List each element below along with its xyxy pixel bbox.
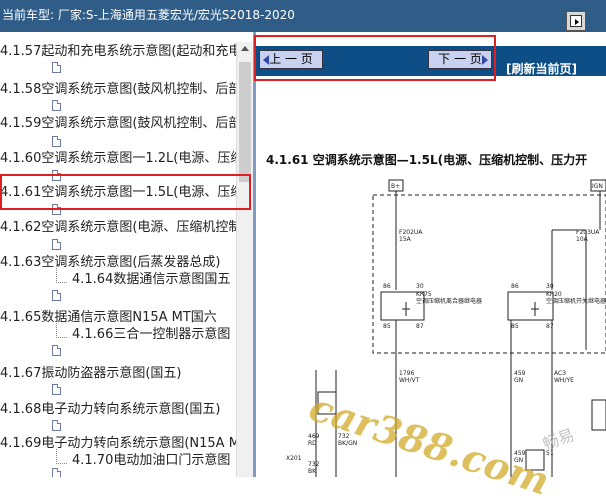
module-box [591, 399, 606, 431]
fuse1-label: F202UA [399, 229, 423, 236]
relay2-desc: 空调压缩机开关继电器 [546, 297, 606, 305]
pin-label: 30 [546, 283, 554, 290]
relay2-label: KR20 [546, 291, 562, 298]
document-icon[interactable] [52, 136, 61, 147]
pin-label: 87 [546, 323, 554, 330]
document-icon[interactable] [52, 100, 61, 111]
wire-label: 732 [308, 461, 320, 468]
tree-item-label: 4.1.58空调系统示意图(鼓风机控制、后部 [0, 82, 242, 97]
tree-scrollbar[interactable] [236, 42, 253, 477]
document-title: 4.1.61 空调系统示意图—1.5L(电源、压缩机控制、压力开 [266, 153, 588, 167]
tree-item[interactable]: 4.1.67振动防盗器示意图(国五) [0, 366, 182, 382]
document-icon[interactable] [52, 384, 61, 395]
title-bar: 当前车型: 厂家:S-上海通用五菱宏光/宏光S2018-2020 [0, 0, 606, 32]
tree-connector [56, 449, 67, 464]
tree-item-label: 4.1.66三合一控制器示意图 [72, 327, 231, 342]
document-icon[interactable] [52, 239, 61, 250]
document-icon[interactable] [52, 468, 61, 477]
tree-item-label: 4.1.70电动加油口门示意图 [72, 453, 231, 468]
document-icon[interactable] [52, 62, 61, 73]
relay1-label: KR75 [416, 291, 432, 298]
wire-color-label: RD [308, 440, 317, 447]
tree-item-label: 4.1.59空调系统示意图(鼓风机控制、后部 [0, 116, 242, 131]
tree-item[interactable]: 4.1.68电子动力转向系统示意图(国五) [0, 402, 221, 418]
wire-label: 1796 [399, 370, 414, 377]
tree-item-label: 4.1.60空调系统示意图一1.2L(电源、压缩 [0, 151, 244, 166]
relay1-desc: 空调压缩机离合器继电器 [416, 297, 482, 305]
vehicle-title: 当前车型: 厂家:S-上海通用五菱宏光/宏光S2018-2020 [2, 8, 295, 22]
toc-tree: 4.1.57起动和充电系统示意图(起动和充电 4.1.58空调系统示意图(鼓风机… [0, 40, 244, 477]
highlight-selected-item [0, 174, 251, 210]
highlight-nav-buttons [254, 35, 496, 81]
tree-item[interactable]: 4.1.70电动加油口门示意图 [72, 453, 230, 469]
tree-item-label: 4.1.68电子动力转向系统示意图(国五) [0, 402, 221, 417]
tree-item[interactable]: 4.1.66三合一控制器示意图 [72, 327, 230, 343]
tree-item[interactable]: 4.1.64数据通信示意图国五 [72, 272, 230, 288]
tree-connector [56, 323, 67, 338]
tree-item[interactable]: 4.1.60空调系统示意图一1.2L(电源、压缩 [0, 151, 243, 167]
tree-item-label: 4.1.63空调系统示意图(后蒸发器总成) [0, 255, 221, 270]
wire-color-label: BK [308, 468, 317, 475]
document-icon[interactable] [52, 290, 61, 301]
wire-color-label: GN [514, 377, 523, 384]
tree-connector [56, 268, 67, 283]
tree-item[interactable]: 4.1.58空调系统示意图(鼓风机控制、后部 [0, 82, 241, 98]
pin-label: 30 [416, 283, 424, 290]
tree-item[interactable]: 4.1.69电子动力转向系统示意图(N15A M [0, 436, 240, 452]
tree-item[interactable]: 4.1.59空调系统示意图(鼓风机控制、后部 [0, 116, 241, 132]
fuse2-amp-label: 10A [576, 236, 589, 243]
ign-label: IGN [592, 183, 603, 190]
fuse2-label: F203UA [576, 229, 600, 236]
pin-label: 87 [416, 323, 424, 330]
tree-item[interactable]: 4.1.63空调系统示意图(后蒸发器总成) [0, 255, 221, 271]
pin-label: 85 [511, 323, 519, 330]
tree-item-label: 4.1.67振动防盗器示意图(国五) [0, 366, 182, 381]
refresh-link[interactable]: [刷新当前页] [506, 60, 577, 77]
b-plus-label: B+ [391, 183, 400, 190]
wire-label: AC3 [554, 370, 566, 377]
tree-item-label: 4.1.64数据通信示意图国五 [72, 272, 231, 287]
document-icon[interactable] [52, 345, 61, 356]
fuse1-amp-label: 15A [399, 236, 412, 243]
tree-item-label: 4.1.65数据通信示意图N15A MT国六 [0, 310, 217, 325]
tree-item-label: 4.1.69电子动力转向系统示意图(N15A M [0, 436, 240, 451]
document-icon[interactable] [52, 420, 61, 431]
tree-item-label: 4.1.57起动和充电系统示意图(起动和充电 [0, 44, 242, 59]
pin-label: 86 [383, 283, 391, 290]
scroll-up-icon[interactable] [241, 46, 249, 51]
connector-label: X201 [286, 455, 302, 462]
window-toggle-button[interactable] [566, 11, 586, 31]
tree-item[interactable]: 4.1.57起动和充电系统示意图(起动和充电 [0, 44, 241, 60]
pin-label: 85 [383, 323, 391, 330]
tree-item[interactable]: 4.1.65数据通信示意图N15A MT国六 [0, 310, 217, 326]
fuse-block-outline [372, 194, 606, 354]
wire-label: 469 [308, 433, 320, 440]
tree-item[interactable]: 4.1.62空调系统示意图(电源、压缩机控制 [0, 220, 241, 236]
tree-item-label: 4.1.62空调系统示意图(电源、压缩机控制 [0, 220, 242, 235]
wire-color-label: WH/VT [399, 377, 420, 384]
pin-label: 86 [511, 283, 519, 290]
scrollbar-thumb[interactable] [239, 62, 251, 182]
arrow-right-icon [575, 19, 579, 25]
wire-label: 459 [514, 370, 526, 377]
wire-color-label: WH/YE [554, 377, 574, 384]
